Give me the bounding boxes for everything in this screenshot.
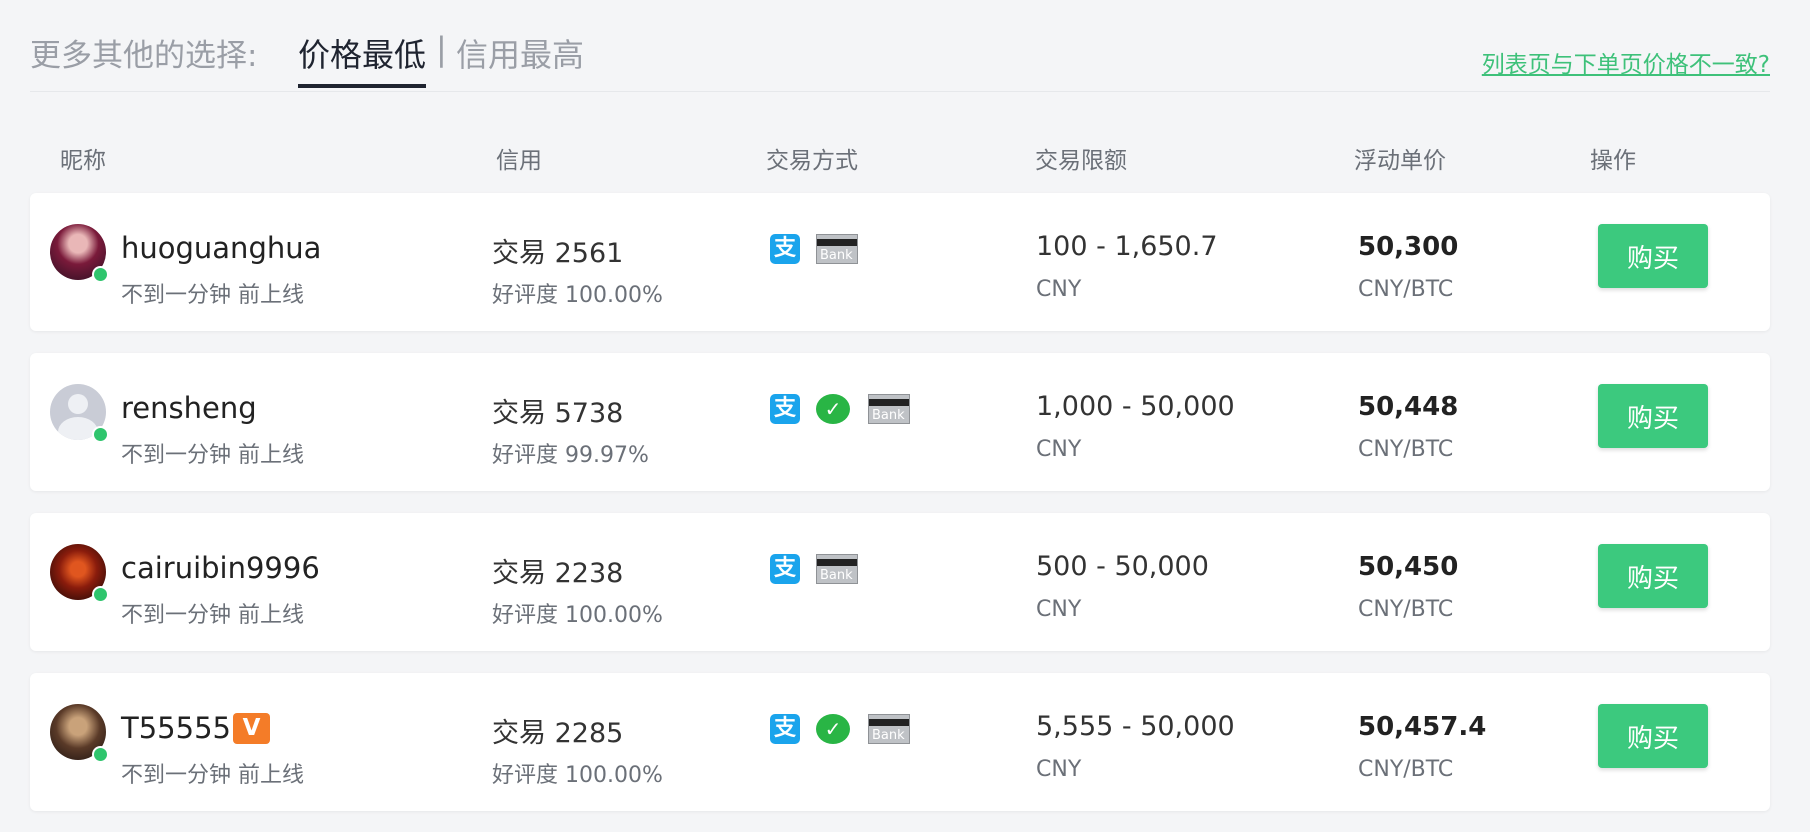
limit-currency: CNY xyxy=(1036,597,1082,622)
unit-price: 50,457.4 xyxy=(1358,712,1487,742)
trade-limit: 100 - 1,650.7 xyxy=(1036,231,1218,262)
bank-card-icon: Bank xyxy=(868,714,910,744)
price-unit: CNY/BTC xyxy=(1358,277,1454,302)
price-unit: CNY/BTC xyxy=(1358,597,1454,622)
column-header-price: 浮动单价 xyxy=(1354,148,1446,174)
bank-card-icon: Bank xyxy=(816,234,858,264)
unit-price: 50,450 xyxy=(1358,552,1459,582)
trade-limit: 5,555 - 50,000 xyxy=(1036,711,1235,742)
limit-currency: CNY xyxy=(1036,437,1082,462)
column-header-limit: 交易限额 xyxy=(1035,148,1127,174)
nickname[interactable]: T55555 xyxy=(121,711,231,745)
online-indicator xyxy=(92,266,109,283)
rating: 好评度 100.00% xyxy=(492,603,663,628)
trade-limit: 500 - 50,000 xyxy=(1036,551,1209,582)
unit-price: 50,300 xyxy=(1358,232,1459,262)
limit-currency: CNY xyxy=(1036,757,1082,782)
limit-currency: CNY xyxy=(1036,277,1082,302)
price-unit: CNY/BTC xyxy=(1358,437,1454,462)
column-header-nickname: 昵称 xyxy=(60,148,106,174)
online-indicator xyxy=(92,426,109,443)
nickname[interactable]: cairuibin9996 xyxy=(121,551,320,585)
trade-count: 交易 2285 xyxy=(492,718,624,749)
vip-badge: V xyxy=(233,713,270,744)
last-online-text: 不到一分钟 前上线 xyxy=(121,603,304,628)
rating: 好评度 99.97% xyxy=(492,443,649,468)
bank-card-icon: Bank xyxy=(816,554,858,584)
bank-card-label: Bank xyxy=(872,408,905,423)
buy-button[interactable]: 购买 xyxy=(1598,704,1708,768)
trade-limit: 1,000 - 50,000 xyxy=(1036,391,1235,422)
rating: 好评度 100.00% xyxy=(492,283,663,308)
alipay-icon: 支 xyxy=(770,714,800,744)
buy-button[interactable]: 购买 xyxy=(1598,544,1708,608)
alipay-icon: 支 xyxy=(770,234,800,264)
bank-card-icon: Bank xyxy=(868,394,910,424)
trade-count: 交易 5738 xyxy=(492,398,624,429)
table-row: T55555 V 不到一分钟 前上线 交易 2285 好评度 100.00% 支… xyxy=(30,673,1770,811)
tab-separator: | xyxy=(436,30,447,68)
bank-card-label: Bank xyxy=(820,568,853,583)
last-online-text: 不到一分钟 前上线 xyxy=(121,763,304,788)
tab-lowest-price[interactable]: 价格最低 xyxy=(298,30,426,76)
nickname[interactable]: rensheng xyxy=(121,391,257,425)
table-row: rensheng 不到一分钟 前上线 交易 5738 好评度 99.97% 支 … xyxy=(30,353,1770,491)
bank-card-label: Bank xyxy=(872,728,905,743)
last-online-text: 不到一分钟 前上线 xyxy=(121,283,304,308)
nickname[interactable]: huoguanghua xyxy=(121,231,321,265)
last-online-text: 不到一分钟 前上线 xyxy=(121,443,304,468)
price-unit: CNY/BTC xyxy=(1358,757,1454,782)
more-options-label: 更多其他的选择: xyxy=(30,38,258,74)
alipay-icon: 支 xyxy=(770,394,800,424)
online-indicator xyxy=(92,586,109,603)
trade-count: 交易 2561 xyxy=(492,238,624,269)
default-avatar-head xyxy=(68,394,88,414)
rating: 好评度 100.00% xyxy=(492,763,663,788)
trade-count: 交易 2238 xyxy=(492,558,624,589)
unit-price: 50,448 xyxy=(1358,392,1459,422)
tab-highest-credit[interactable]: 信用最高 xyxy=(456,30,584,76)
buy-button[interactable]: 购买 xyxy=(1598,224,1708,288)
wechat-pay-icon: ✓ xyxy=(816,394,850,424)
active-tab-underline xyxy=(298,84,426,88)
buy-button[interactable]: 购买 xyxy=(1598,384,1708,448)
wechat-pay-icon: ✓ xyxy=(816,714,850,744)
filter-bar: 更多其他的选择: 价格最低 | 信用最高 列表页与下单页价格不一致? xyxy=(30,0,1770,92)
bank-card-label: Bank xyxy=(820,248,853,263)
column-header-action: 操作 xyxy=(1590,148,1636,174)
table-row: cairuibin9996 不到一分钟 前上线 交易 2238 好评度 100.… xyxy=(30,513,1770,651)
column-header-payment: 交易方式 xyxy=(766,148,858,174)
price-inconsistency-link[interactable]: 列表页与下单页价格不一致? xyxy=(1482,45,1770,79)
online-indicator xyxy=(92,746,109,763)
table-row: huoguanghua 不到一分钟 前上线 交易 2561 好评度 100.00… xyxy=(30,193,1770,331)
column-header-credit: 信用 xyxy=(496,148,542,174)
alipay-icon: 支 xyxy=(770,554,800,584)
